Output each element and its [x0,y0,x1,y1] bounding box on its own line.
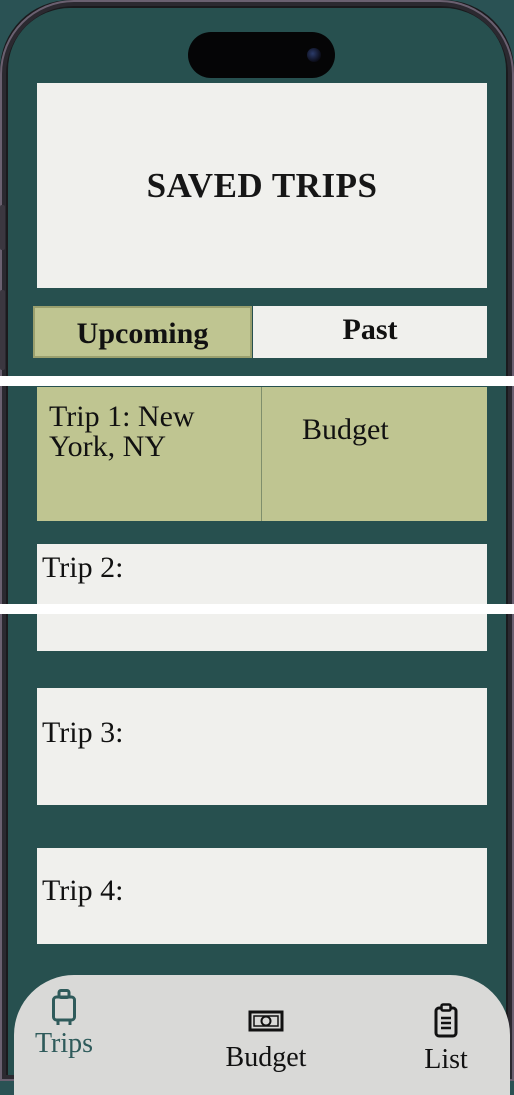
trip-card-1[interactable]: Trip 1: New York, NY [37,387,262,521]
nav-list[interactable]: List [414,1003,478,1076]
divider [0,604,514,614]
trip-card-2[interactable]: Trip 2: [37,544,487,651]
trip-1-budget-button[interactable]: Budget [262,387,487,521]
nav-trips-label: Trips [34,1028,94,1059]
camera-lens [307,48,321,62]
clipboard-icon [434,1003,458,1038]
nav-trips[interactable]: Trips [26,989,102,1060]
side-button [0,205,5,250]
tab-upcoming[interactable]: Upcoming [33,306,252,358]
page-title: SAVED TRIPS [146,165,378,205]
nav-budget-label: Budget [225,1042,307,1073]
tab-past[interactable]: Past [253,306,487,358]
header-card: SAVED TRIPS [37,83,487,288]
nav-budget[interactable]: Budget [214,1009,318,1074]
trip-card-4[interactable]: Trip 4: [37,848,487,944]
money-icon [248,1010,284,1032]
trip-card-3[interactable]: Trip 3: [37,688,487,805]
trip-1-budget-label: Budget [302,413,389,446]
bottom-nav: Trips Budget List [14,975,510,1095]
trip-1-title-line2: York, NY [49,430,166,463]
nav-list-label: List [424,1044,468,1075]
trip-2-title: Trip 2: [42,551,124,584]
luggage-icon [52,989,76,1025]
divider [0,376,514,386]
trip-1-title: Trip 1: New York, NY [49,402,195,462]
trip-1-title-line1: Trip 1: New [49,400,195,433]
trip-4-title: Trip 4: [42,874,124,907]
side-button [0,290,5,370]
trip-3-title: Trip 3: [42,716,124,749]
